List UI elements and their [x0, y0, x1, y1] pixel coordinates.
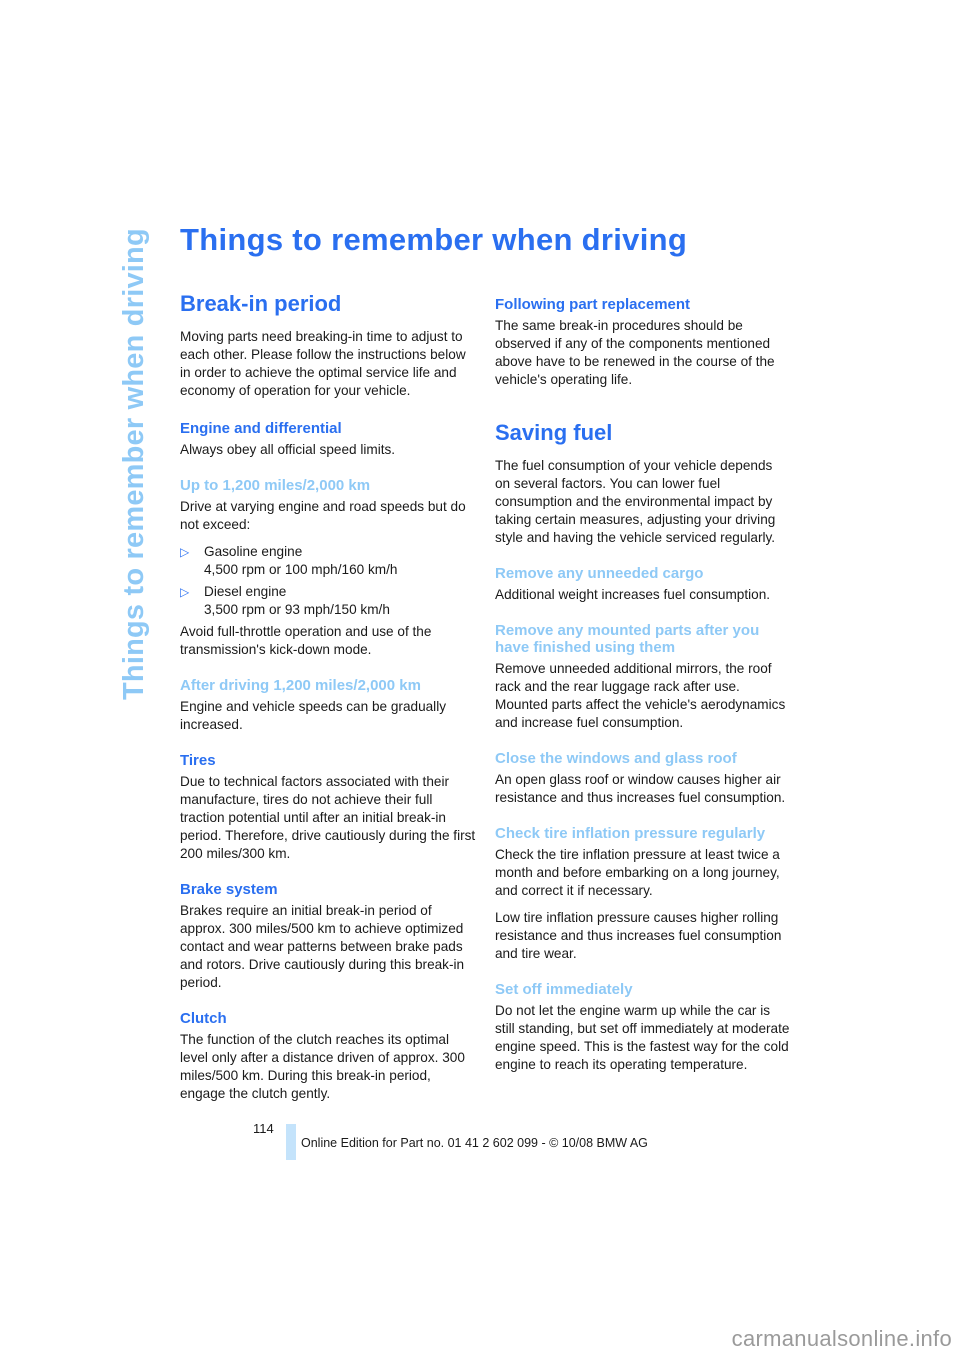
heading-up-to: Up to 1,200 miles/2,000 km: [180, 477, 371, 494]
text-tires: Due to technical factors associated with…: [180, 774, 476, 861]
text-brakes: Brakes require an initial break-in perio…: [180, 903, 465, 990]
heading-engine: Engine and differential: [180, 420, 342, 437]
heading-tire-pressure: Check tire inflation pressure regularly: [495, 825, 766, 842]
section-following: Following part replacement The same brea…: [495, 296, 791, 389]
heading-following: Following part replacement: [495, 296, 691, 313]
bullet-title: Diesel engine: [204, 584, 287, 599]
text-saving-fuel: The fuel consumption of your vehicle dep…: [495, 458, 776, 545]
text-windows: An open glass roof or window causes high…: [495, 772, 786, 805]
page-title: Things to remember when driving: [180, 222, 688, 257]
text-tire-pressure-1: Check the tire inflation pressure at lea…: [495, 847, 780, 898]
section-after-driving: After driving 1,200 miles/2,000 km Engin…: [180, 677, 476, 734]
heading-after-driving: After driving 1,200 miles/2,000 km: [180, 677, 421, 694]
bullet-title: Gasoline engine: [204, 544, 303, 559]
triangle-bullet-icon: ▷: [180, 545, 190, 559]
heading-clutch: Clutch: [180, 1010, 227, 1027]
section-brakes: Brake system Brakes require an initial b…: [180, 881, 476, 992]
section-tire-pressure: Check tire inflation pressure regularly …: [495, 825, 791, 963]
triangle-bullet-icon: ▷: [180, 585, 190, 599]
text-after-driving: Engine and vehicle speeds can be gradual…: [180, 699, 447, 732]
heading-brakes: Brake system: [180, 881, 278, 898]
watermark: carmanualsonline.info: [731, 1326, 952, 1351]
side-chapter-title: Things to remember when driving: [118, 228, 150, 700]
list-item: ▷ Diesel engine 3,500 rpm or 93 mph/150 …: [180, 583, 476, 619]
list-item: ▷ Gasoline engine 4,500 rpm or 100 mph/1…: [180, 543, 476, 579]
section-clutch: Clutch The function of the clutch reache…: [180, 1010, 476, 1103]
text-break-in: Moving parts need breaking-in time to ad…: [180, 329, 466, 398]
heading-saving-fuel: Saving fuel: [495, 420, 613, 445]
text-engine: Always obey all official speed limits.: [180, 442, 396, 457]
text-cargo: Additional weight increases fuel consump…: [495, 587, 771, 602]
text-set-off: Do not let the engine warm up while the …: [495, 1003, 790, 1072]
text-up-to: Drive at varying engine and road speeds …: [180, 499, 466, 532]
bullet-detail: 4,500 rpm or 100 mph/160 km/h: [204, 562, 398, 577]
text-clutch: The function of the clutch reaches its o…: [180, 1032, 465, 1101]
text-mounted: Remove unneeded additional mirrors, the …: [495, 661, 786, 730]
section-set-off: Set off immediately Do not let the engin…: [495, 981, 791, 1074]
bullet-detail: 3,500 rpm or 93 mph/150 km/h: [204, 602, 390, 617]
left-column: Break-in period Moving parts need breaki…: [180, 290, 476, 1121]
edition-notice: Online Edition for Part no. 01 41 2 602 …: [301, 1136, 648, 1150]
heading-cargo: Remove any unneeded cargo: [495, 565, 704, 582]
text-following: The same break-in procedures should be o…: [495, 318, 775, 387]
heading-set-off: Set off immediately: [495, 981, 633, 998]
section-engine: Engine and differential Always obey all …: [180, 420, 476, 459]
section-break-in: Break-in period Moving parts need breaki…: [180, 290, 476, 400]
text-up-to-after: Avoid full-throttle operation and use of…: [180, 624, 432, 657]
heading-mounted: Remove any mounted parts after you have …: [495, 622, 760, 656]
page-number: 114: [253, 1121, 274, 1136]
section-saving-fuel: Saving fuel The fuel consumption of your…: [495, 419, 791, 547]
heading-windows: Close the windows and glass roof: [495, 750, 737, 767]
section-tires: Tires Due to technical factors associate…: [180, 752, 476, 863]
section-cargo: Remove any unneeded cargo Additional wei…: [495, 565, 791, 604]
heading-tires: Tires: [180, 752, 216, 769]
text-tire-pressure-2: Low tire inflation pressure causes highe…: [495, 910, 782, 961]
section-mounted: Remove any mounted parts after you have …: [495, 622, 791, 732]
section-up-to: Up to 1,200 miles/2,000 km Drive at vary…: [180, 477, 476, 659]
section-windows: Close the windows and glass roof An open…: [495, 750, 791, 807]
heading-break-in: Break-in period: [180, 291, 342, 316]
limits-list: ▷ Gasoline engine 4,500 rpm or 100 mph/1…: [180, 543, 476, 619]
right-column: Following part replacement The same brea…: [495, 296, 791, 1092]
footer-accent-bar: [286, 1124, 296, 1160]
